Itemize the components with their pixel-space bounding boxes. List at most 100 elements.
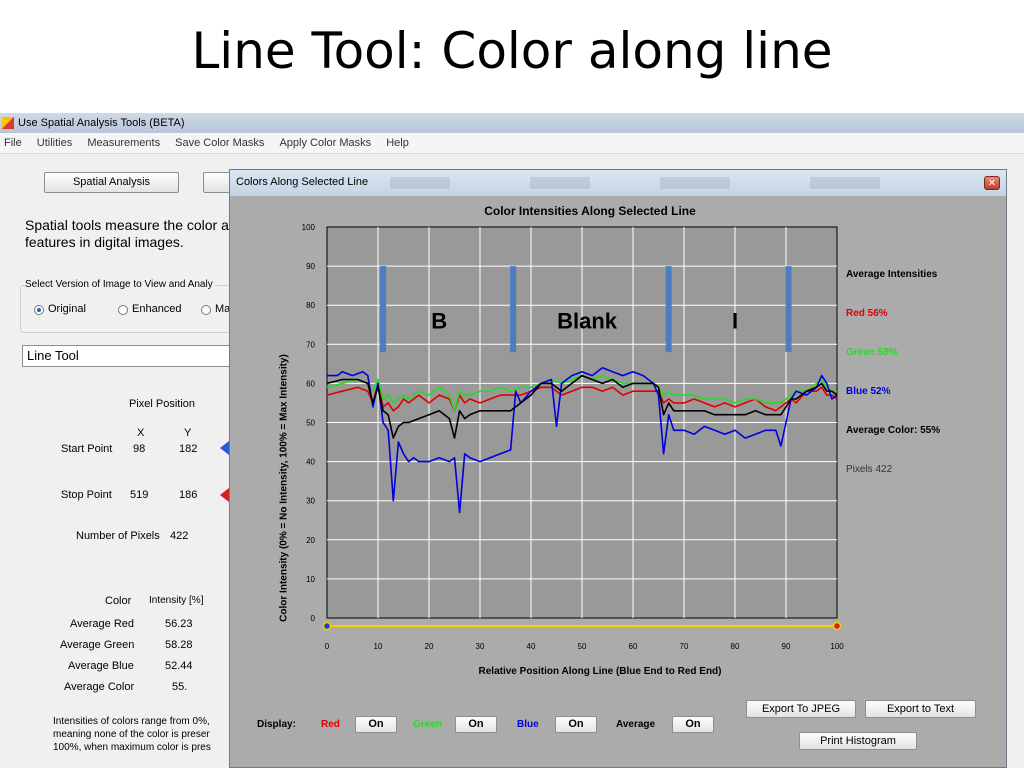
app-icon [2,117,14,129]
menu-bar: File Utilities Measurements Save Color M… [0,133,1024,154]
start-y-value: 182 [179,443,198,455]
region-marker [665,266,672,353]
y-tick-label: 0 [311,614,316,623]
col-x-header: X [137,427,145,439]
spatial-analysis-button[interactable]: Spatial Analysis [44,172,179,193]
region-marker [785,266,792,353]
radio-original-label: Original [48,303,86,315]
avg-color-label: Average Color [64,681,135,693]
x-tick-label: 100 [830,642,844,650]
x-tick-label: 80 [731,642,740,650]
region-annotation: Blank [557,309,618,334]
stop-marker-icon [220,488,229,502]
y-tick-label: 20 [306,536,315,545]
print-histogram-button[interactable]: Print Histogram [799,732,917,750]
y-tick-label: 90 [306,262,315,271]
radio-mask-label: Ma [215,303,231,315]
x-tick-label: 0 [325,642,330,650]
display-average-label: Average [616,719,656,730]
intensity-header: Intensity [%] [149,595,204,606]
region-annotation: I [732,309,738,334]
radio-enhanced[interactable] [118,305,128,315]
avg-blue-value: 52.44 [165,660,193,672]
display-green-label: Green [413,719,442,730]
y-tick-label: 50 [306,419,315,428]
red-end-marker [832,621,842,631]
legend-average: Average Color: 55% [846,425,941,436]
avg-green-label: Average Green [60,639,135,651]
menu-help[interactable]: Help [386,137,409,149]
avg-green-value: 58.28 [165,639,193,651]
legend-pixels: Pixels 422 [846,464,893,475]
note-line3: 100%, when maximum color is pres [53,742,211,753]
colors-popup-window: Colors Along Selected Line ✕ Color Inten… [229,169,1007,768]
export-jpeg-button[interactable]: Export To JPEG [746,700,856,718]
color-header: Color [105,595,132,607]
app-title: Use Spatial Analysis Tools (BETA) [18,117,185,129]
y-tick-label: 10 [306,575,315,584]
x-tick-label: 10 [374,642,383,650]
avg-red-label: Average Red [70,618,135,630]
x-tick-label: 60 [629,642,638,650]
toggle-green-button[interactable]: On [455,716,497,733]
avg-red-value: 56.23 [165,618,193,630]
menu-save-color-masks[interactable]: Save Color Masks [175,137,264,149]
menu-utilities[interactable]: Utilities [37,137,72,149]
version-label: Select Version of Image to View and Anal… [25,279,215,290]
description-line2: features in digital images. [25,234,184,250]
menu-measurements[interactable]: Measurements [87,137,160,149]
display-red-label: Red [321,719,340,730]
start-marker-icon [220,441,229,455]
y-tick-label: 100 [302,223,316,232]
intensity-chart: 0 10 20 30 40 50 60 70 80 90 100 0 10 20 30 40 50 60 70 80 9… [302,223,845,650]
avg-blue-label: Average Blue [68,660,134,672]
region-marker [380,266,387,353]
y-tick-label: 40 [306,458,315,467]
x-tick-label: 70 [680,642,689,650]
radio-enhanced-label: Enhanced [132,303,182,315]
start-x-value: 98 [133,443,146,455]
region-annotation: B [431,309,447,334]
legend-red: Red 56% [846,308,888,319]
legend-header: Average Intensities [846,269,938,280]
y-tick-label: 60 [306,379,315,388]
col-y-header: Y [184,427,192,439]
display-label: Display: [257,719,296,730]
stop-x-value: 519 [130,489,149,501]
start-point-label: Start Point [61,443,113,455]
stop-y-value: 186 [179,489,198,501]
num-pixels-label: Number of Pixels [76,530,160,542]
tool-select[interactable]: Line Tool [22,345,237,367]
toggle-blue-button[interactable]: On [555,716,597,733]
note-line1: Intensities of colors range from 0%, [53,716,210,727]
stop-point-label: Stop Point [61,489,112,501]
app-titlebar: Use Spatial Analysis Tools (BETA) [0,113,1024,133]
pixel-position-label: Pixel Position [129,398,196,410]
slide-title: Line Tool: Color along line [191,22,833,80]
description-line1: Spatial tools measure the color a [25,217,229,233]
x-tick-label: 30 [476,642,485,650]
region-marker [510,266,517,353]
note-line2: meaning none of the color is preser [53,729,210,740]
legend-green: Green 58% [846,347,898,358]
export-text-button[interactable]: Export to Text [865,700,976,718]
x-tick-label: 20 [425,642,434,650]
radio-mask[interactable] [201,305,211,315]
display-blue-label: Blue [517,719,539,730]
menu-file[interactable]: File [4,137,22,149]
y-tick-label: 70 [306,340,315,349]
toggle-red-button[interactable]: On [355,716,397,733]
radio-original[interactable] [34,305,44,315]
blue-end-marker [322,621,332,631]
x-tick-label: 90 [782,642,791,650]
menu-apply-color-masks[interactable]: Apply Color Masks [279,137,371,149]
num-pixels-value: 422 [170,530,189,542]
avg-color-value: 55. [172,681,188,693]
x-tick-label: 50 [578,642,587,650]
y-tick-label: 80 [306,301,315,310]
x-tick-label: 40 [527,642,536,650]
x-axis-label: Relative Position Along Line (Blue End t… [478,666,722,677]
y-tick-label: 30 [306,497,315,506]
legend-blue: Blue 52% [846,386,891,397]
toggle-average-button[interactable]: On [672,716,714,733]
